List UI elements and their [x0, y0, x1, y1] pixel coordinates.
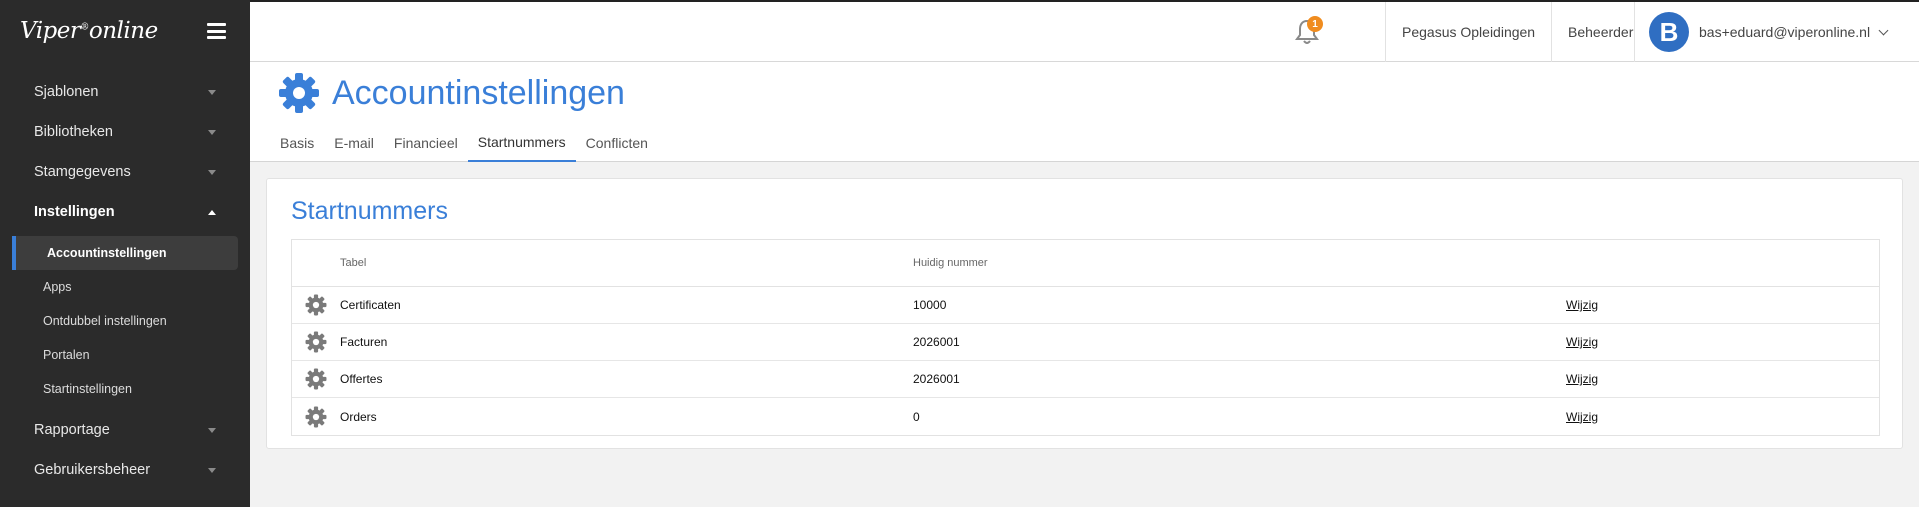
gear-icon	[305, 406, 327, 427]
tab-conflicten[interactable]: Conflicten	[576, 124, 658, 162]
hamburger-icon[interactable]	[207, 23, 226, 39]
table-row: Certificaten 10000 Wijzig	[292, 287, 1879, 324]
caret-down-icon	[208, 89, 216, 95]
top-header: 1 Pegasus Opleidingen Beheerder B bas+ed…	[250, 0, 1919, 62]
startnummers-card: Startnummers Tabel Huidig nummer Certifi…	[266, 178, 1903, 449]
avatar: B	[1649, 12, 1689, 52]
sidebar-item-stamgegevens[interactable]: Stamgegevens	[0, 152, 250, 192]
row-name: Offertes	[340, 372, 383, 386]
caret-down-icon	[208, 467, 216, 473]
app-logo[interactable]: Viper®online	[20, 18, 158, 44]
table-row: Facturen 2026001 Wijzig	[292, 324, 1879, 361]
tab-financieel[interactable]: Financieel	[384, 124, 468, 162]
tab-basis[interactable]: Basis	[270, 124, 324, 162]
gear-icon	[305, 294, 327, 316]
section-title: Startnummers	[291, 197, 448, 225]
tab-startnummers[interactable]: Startnummers	[467, 124, 576, 162]
row-name: Certificaten	[340, 298, 401, 312]
table-row: Offertes 2026001 Wijzig	[292, 361, 1879, 398]
sidebar-nav: Sjablonen Bibliotheken Stamgegevens Inst…	[0, 62, 250, 490]
row-number: 2026001	[913, 372, 960, 386]
caret-up-icon	[208, 209, 216, 215]
table-row: Orders 0 Wijzig	[292, 398, 1879, 435]
edit-link[interactable]: Wijzig	[1566, 335, 1598, 349]
notifications-button[interactable]: 1	[1294, 16, 1323, 46]
sidebar-item-label: Stamgegevens	[34, 164, 131, 180]
user-email: bas+eduard@viperonline.nl	[1699, 24, 1871, 40]
caret-down-icon	[208, 427, 216, 433]
column-header-huidig-nummer: Huidig nummer	[913, 257, 988, 269]
sidebar-item-sjablonen[interactable]: Sjablonen	[0, 72, 250, 112]
sidebar-subitem-ontdubbel[interactable]: Ontdubbel instellingen	[0, 304, 238, 338]
sidebar-subitem-apps[interactable]: Apps	[0, 270, 238, 304]
row-name: Orders	[340, 409, 377, 424]
sidebar-item-instellingen[interactable]: Instellingen	[0, 192, 250, 232]
edit-link[interactable]: Wijzig	[1566, 372, 1598, 386]
row-number: 2026001	[913, 335, 960, 349]
page-title: Accountinstellingen	[332, 73, 625, 112]
table-header: Tabel Huidig nummer	[292, 240, 1879, 287]
page-header: Accountinstellingen Basis E-mail Financi…	[250, 62, 1919, 162]
gear-icon	[305, 368, 327, 390]
tab-email[interactable]: E-mail	[324, 124, 384, 162]
caret-down-icon	[208, 129, 216, 135]
row-name: Facturen	[340, 335, 388, 349]
edit-link[interactable]: Wijzig	[1566, 298, 1598, 312]
tab-bar: Basis E-mail Financieel Startnummers Con…	[270, 124, 658, 162]
sidebar-item-label: Sjablonen	[34, 84, 99, 100]
sidebar-item-gebruikersbeheer[interactable]: Gebruikersbeheer	[0, 450, 250, 490]
caret-down-icon	[208, 169, 216, 175]
sidebar-item-label: Instellingen	[34, 204, 115, 220]
column-header-tabel: Tabel	[340, 257, 367, 269]
sidebar-item-label: Bibliotheken	[34, 124, 113, 140]
startnummers-table: Tabel Huidig nummer Certificaten 10000 W…	[291, 239, 1880, 436]
sidebar-subitem-startinstellingen[interactable]: Startinstellingen	[0, 372, 238, 406]
gear-icon	[305, 331, 327, 353]
sidebar-submenu: Accountinstellingen Apps Ontdubbel inste…	[0, 232, 250, 410]
organization-switcher[interactable]: Pegasus Opleidingen	[1385, 2, 1551, 62]
gear-icon	[279, 73, 319, 113]
user-menu[interactable]: B bas+eduard@viperonline.nl	[1634, 2, 1903, 62]
sidebar: Viper®online Sjablonen Bibliotheken Stam…	[0, 0, 250, 507]
sidebar-item-label: Rapportage	[34, 422, 110, 438]
row-number: 0	[913, 409, 920, 424]
row-number: 10000	[913, 298, 947, 312]
sidebar-item-label: Gebruikersbeheer	[34, 462, 151, 478]
chevron-down-icon	[1878, 25, 1889, 35]
edit-link[interactable]: Wijzig	[1566, 410, 1598, 424]
brand-bar: Viper®online	[0, 0, 250, 62]
sidebar-subitem-portalen[interactable]: Portalen	[0, 338, 238, 372]
sidebar-item-bibliotheken[interactable]: Bibliotheken	[0, 112, 250, 152]
sidebar-item-rapportage[interactable]: Rapportage	[0, 410, 250, 450]
title-row: Accountinstellingen	[278, 72, 625, 114]
sidebar-subitem-accountinstellingen[interactable]: Accountinstellingen	[12, 236, 238, 270]
notification-badge: 1	[1307, 16, 1323, 32]
